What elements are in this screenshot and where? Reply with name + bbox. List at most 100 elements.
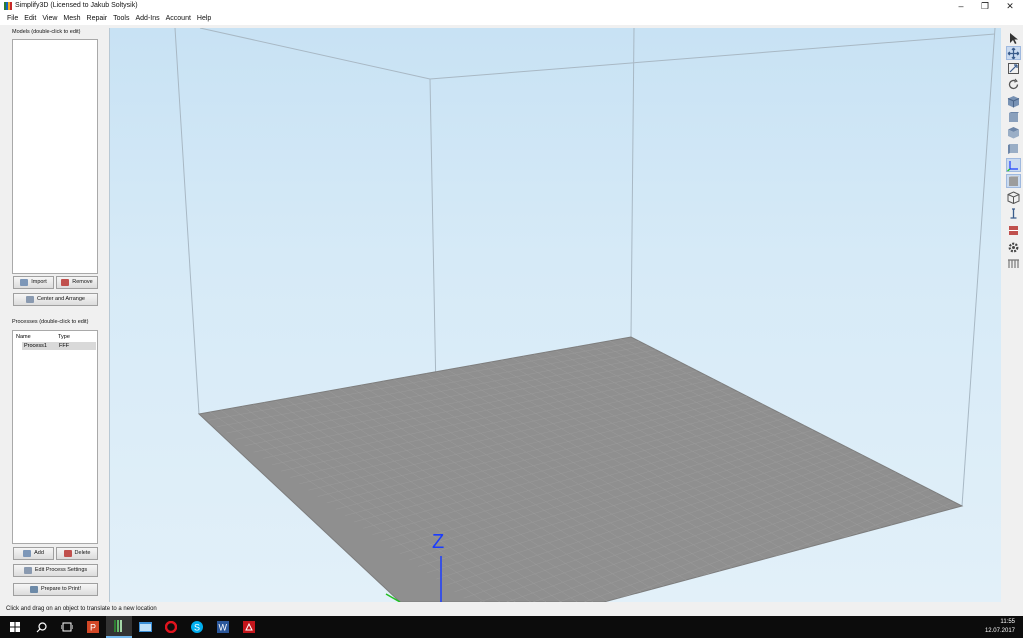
prepare-label: Prepare to Print! [40,586,82,592]
import-icon [20,279,29,286]
ruler-tool-button[interactable] [1006,206,1021,220]
printer-icon [29,586,38,593]
cross-section-icon [1009,225,1018,235]
3d-viewport[interactable]: Z [109,28,1001,602]
settings-gear-tool-button[interactable] [1006,240,1021,254]
remove-label: Remove [72,279,93,285]
processes-list[interactable]: Name Type Process1 FFF [12,330,98,544]
search-icon[interactable] [28,616,54,638]
delete-icon [63,550,72,557]
support-tool-button[interactable] [1006,256,1021,270]
view-top-icon [1008,126,1019,138]
remove-icon [61,279,70,286]
view-front-tool-button[interactable] [1006,110,1021,124]
svg-text:P: P [90,623,96,633]
opera-icon[interactable] [158,616,184,638]
wireframe-icon [1007,190,1020,204]
edit-settings-label: Edit Process Settings [34,567,88,573]
settings-gear-icon [1008,242,1019,252]
frame-edge [630,28,635,338]
frame-edge [174,28,200,415]
scale-tool-button[interactable] [1006,61,1021,75]
frame-edge [199,28,431,80]
status-bar: Click and drag on an object to translate… [0,602,1023,616]
remove-button[interactable]: Remove [56,276,98,289]
clock-date: 12.07.2017 [984,628,1015,634]
delete-process-button[interactable]: Delete [56,547,98,560]
settings-icon [23,567,32,574]
svg-text:W: W [219,623,228,633]
view-top-tool-button[interactable] [1006,125,1021,139]
task-view-icon[interactable] [54,616,80,638]
view-side-tool-button[interactable] [1006,141,1021,155]
import-button[interactable]: Import [13,276,54,289]
process-row[interactable]: Process1 FFF [22,342,96,350]
status-text: Click and drag on an object to translate… [6,606,157,612]
view-front-icon [1009,111,1019,122]
axes-icon [1007,160,1018,171]
build-volume-scene: Z [174,28,996,602]
processes-header: Name Type [13,331,97,340]
rotate-icon [1008,78,1019,89]
column-type: Type [58,334,70,340]
prepare-to-print-button[interactable]: Prepare to Print! [13,583,98,596]
rotate-tool-button[interactable] [1006,77,1021,91]
minimize-button[interactable]: – [949,0,973,12]
menu-view[interactable]: View [39,12,60,25]
windows-taskbar: P S W 11:55 12.07.2017 [0,616,1023,638]
restore-button[interactable]: ❐ [973,0,997,12]
simplify3d-icon[interactable] [106,616,132,638]
system-clock[interactable]: 11:55 12.07.2017 [985,618,1015,636]
menu-mesh[interactable]: Mesh [60,12,83,25]
menu-file[interactable]: File [4,12,21,25]
build-volume-tool-button[interactable] [1006,174,1021,188]
select-arrow-icon [1010,32,1018,44]
column-name: Name [16,334,31,340]
center-arrange-label: Center and Arrange [36,296,85,302]
window-title: Simplify3D (Licensed to Jakub Soltysik) [15,2,138,9]
menu-repair[interactable]: Repair [84,12,111,25]
menu-edit[interactable]: Edit [21,12,39,25]
explorer-icon[interactable] [132,616,158,638]
add-label: Add [34,550,44,556]
move-translate-tool-button[interactable] [1006,46,1021,60]
view-iso-tool-button[interactable] [1006,94,1021,108]
menu-account[interactable]: Account [163,12,194,25]
word-icon[interactable]: W [210,616,236,638]
delete-label: Delete [74,550,91,556]
import-label: Import [31,279,47,285]
menu-add-ins[interactable]: Add-Ins [132,12,162,25]
powerpoint-icon[interactable]: P [80,616,106,638]
z-axis-label: Z [432,531,444,553]
models-label: Models (double-click to edit) [12,29,81,35]
scale-icon [1008,62,1019,74]
skype-icon[interactable]: S [184,616,210,638]
add-process-button[interactable]: Add [13,547,54,560]
center-and-arrange-button[interactable]: Center and Arrange [13,293,98,306]
build-volume-icon [1009,175,1019,186]
edit-process-settings-button[interactable]: Edit Process Settings [13,564,98,577]
start-icon[interactable] [2,616,28,638]
right-toolbar [1002,28,1023,602]
menu-help[interactable]: Help [194,12,214,25]
menu-bar: File Edit View Mesh Repair Tools Add-Ins… [0,12,1023,25]
acrobat-icon[interactable] [236,616,262,638]
svg-text:S: S [194,623,200,633]
view-side-icon [1008,143,1018,154]
select-arrow-tool-button[interactable] [1006,31,1021,45]
menu-tools[interactable]: Tools [110,12,132,25]
frame-edge [429,33,996,80]
support-icon [1008,258,1019,268]
clock-time: 11:55 [1000,619,1015,625]
center-arrange-icon [25,296,34,303]
models-list[interactable] [12,39,98,274]
wireframe-tool-button[interactable] [1006,190,1021,204]
title-bar: Simplify3D (Licensed to Jakub Soltysik) … [0,0,1023,12]
ruler-icon [1010,207,1017,219]
cross-section-tool-button[interactable] [1006,223,1021,237]
processes-label: Processes (double-click to edit) [12,319,89,325]
left-panel: Models (double-click to edit) Import Rem… [0,25,108,602]
close-button[interactable]: ✕ [998,0,1022,12]
axes-tool-button[interactable] [1006,158,1021,172]
simplify3d-app-icon [4,2,12,10]
